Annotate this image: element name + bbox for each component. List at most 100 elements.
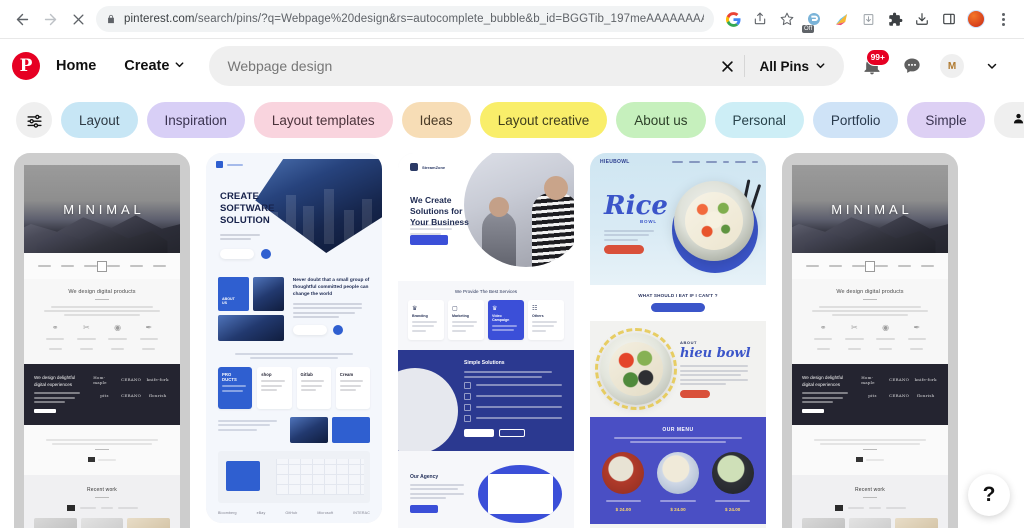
pin-create-software-solution[interactable]: CREATE SOFTWARE SOLUTION ABOUT US Never … [206, 153, 382, 523]
avatar-initial: M [947, 60, 957, 72]
footer-logo: INTERAC [353, 511, 370, 515]
chevron-down-icon [174, 58, 185, 74]
recent-work-label: Recent work [855, 487, 885, 494]
chip-label: Inspiration [164, 112, 227, 128]
client-logo: flourish [148, 393, 167, 398]
forward-button[interactable] [36, 5, 64, 33]
client-logo: pitz [868, 393, 877, 398]
feature-icon-tools: ✂ [73, 324, 99, 352]
chip-label: Simple [925, 112, 967, 128]
url-text: pinterest.com/search/pins/?q=Webpage%20d… [124, 13, 704, 25]
pinterest-logo[interactable]: P [12, 52, 40, 80]
account-menu-button[interactable] [974, 48, 1010, 84]
search-bar[interactable]: Webpage design All Pins [209, 46, 844, 86]
pin-minimal-website[interactable]: MINIMAL We design digital products ⚭ ✂ ◉… [14, 153, 190, 528]
feature-icon-bulb: ⚭ [810, 324, 836, 352]
clear-search-button[interactable] [710, 49, 744, 83]
browser-chrome: pinterest.com/search/pins/?q=Webpage%20d… [0, 0, 1024, 39]
client-logo: CERANO [889, 393, 910, 398]
feature-icon-globe: ◉ [104, 324, 130, 352]
feature-icons: ⚭ ✂ ◉ ✒ [806, 318, 934, 352]
footer-logo: Microsoft [317, 511, 334, 515]
downloads-icon[interactable] [909, 6, 935, 32]
notifications-button[interactable]: 99+ [854, 48, 890, 84]
chip-ideas[interactable]: Ideas [401, 102, 471, 138]
mock-map [218, 451, 370, 503]
menu-item: $ 24.00 [653, 452, 704, 512]
chip-profiles[interactable]: Profiles [993, 102, 1024, 138]
chip-layout-templates[interactable]: Layout templates [253, 102, 393, 138]
mock-recent-work: Recent work [792, 475, 948, 528]
mock-heading: We design digital products [836, 289, 904, 295]
hero-subtitle: BOWL [640, 219, 657, 224]
messages-button[interactable] [894, 48, 930, 84]
stop-loading-button[interactable] [64, 5, 92, 33]
client-logo: Hom-maple [861, 374, 875, 385]
help-button[interactable]: ? [968, 474, 1010, 516]
extension-off-icon[interactable]: Off [801, 6, 827, 33]
pin-we-create-solutions[interactable]: StreamZone We Create Solutions for Your Bu… [398, 153, 574, 528]
menu-heading: OUR MENU [662, 427, 694, 433]
mock-recent-work: Recent work [24, 475, 180, 528]
chip-label: Layout templates [271, 112, 375, 128]
nav-home[interactable]: Home [44, 50, 108, 82]
card-brand: Gitlab [300, 372, 313, 377]
puzzle-extensions-icon[interactable] [882, 6, 908, 32]
mock-card: Gitlab [296, 367, 331, 409]
bookmark-star-icon[interactable] [774, 6, 800, 32]
browser-toolbar-actions: Off [720, 6, 1016, 33]
chip-label: Portfolio [830, 112, 881, 128]
mock-button [220, 249, 254, 259]
url-domain: pinterest.com [124, 13, 195, 25]
address-bar[interactable]: pinterest.com/search/pins/?q=Webpage%20d… [96, 6, 714, 32]
mock-cta-button [604, 245, 644, 254]
account-avatar[interactable]: M [934, 48, 970, 84]
services-heading: We Provide The Best Services [398, 281, 574, 300]
chip-personal[interactable]: Personal [714, 102, 804, 138]
chrome-menu-icon[interactable] [990, 6, 1016, 32]
chip-layout[interactable]: Layout [61, 102, 138, 138]
grid-column-5: MINIMAL We design digital products ⚭ ✂ ◉… [782, 153, 958, 528]
avatar: M [940, 54, 964, 78]
service-card: ▢ Marketing [448, 300, 484, 340]
about-kicker: ABOUT [680, 340, 698, 345]
card-brand: Cream [339, 372, 354, 377]
save-to-icon[interactable] [855, 6, 881, 32]
nav-create[interactable]: Create [112, 50, 197, 82]
lock-icon [106, 13, 116, 25]
client-logo: Hom-maple [93, 374, 107, 385]
mock-dark-section: We design delightful digital experiences… [792, 364, 948, 426]
chip-inspiration[interactable]: Inspiration [146, 102, 245, 138]
colorful-kite-icon[interactable] [828, 6, 854, 32]
hero-title: MINIMAL [63, 201, 145, 217]
pin-image: StreamZone We Create Solutions for Your Bu… [398, 153, 574, 528]
chip-simple[interactable]: Simple [907, 102, 985, 138]
filter-settings-icon[interactable] [16, 102, 52, 138]
about-title: hieu bowl [680, 346, 751, 361]
mock-play-button [261, 249, 271, 259]
google-icon[interactable] [720, 6, 746, 32]
chip-portfolio[interactable]: Portfolio [812, 102, 899, 138]
grid-column-2: CREATE SOFTWARE SOLUTION ABOUT US Never … [206, 153, 382, 523]
recent-work-label: Recent work [87, 487, 117, 494]
pin-minimal-website-duplicate[interactable]: MINIMAL We design digital products ⚭ ✂ ◉… [782, 153, 958, 528]
menu-item-price: $ 24.00 [615, 507, 631, 512]
search-input[interactable]: Webpage design [209, 58, 710, 74]
question-text: WHAT SHOULD I EAT IF I CAN'T ? [638, 293, 718, 298]
person-icon [1012, 112, 1024, 128]
back-button[interactable] [8, 5, 36, 33]
chip-layout-creative[interactable]: Layout creative [479, 102, 608, 138]
feature-icon-pen: ✒ [136, 324, 162, 352]
mock-cta-button [410, 235, 448, 245]
side-panel-icon[interactable] [936, 6, 962, 32]
mock-logo [865, 260, 875, 272]
pin-rice-bowl-website[interactable]: HIEUBOWL Rice BOWL WHAT SHOULD I EAT IF … [590, 153, 766, 528]
hero-photo [464, 153, 574, 267]
laptop-photo [398, 368, 458, 451]
share-icon[interactable] [747, 6, 773, 32]
agency-photo [478, 464, 562, 523]
chrome-profile-avatar[interactable] [963, 6, 989, 32]
menu-item-price: $ 24.00 [725, 507, 741, 512]
all-pins-dropdown[interactable]: All Pins [745, 49, 840, 83]
chip-about-us[interactable]: About us [616, 102, 706, 138]
